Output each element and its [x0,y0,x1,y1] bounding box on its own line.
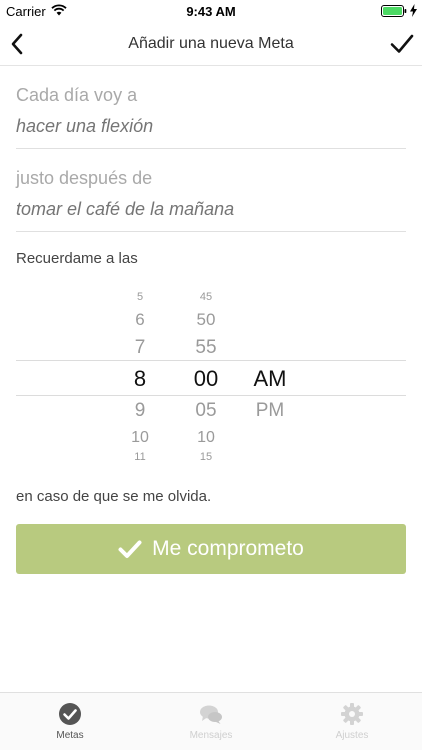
chat-bubbles-icon [200,705,222,724]
forget-note: en caso de que se me olvida. [16,488,212,505]
trigger-label: justo después de [16,168,153,188]
picker-hour-option[interactable]: 5 [110,291,170,303]
picker-hour-option[interactable]: 6 [110,310,170,330]
picker-selection-bottom-line [16,395,406,396]
status-time: 9:43 AM [186,4,236,19]
tab-ajustes-label: Ajustes [335,730,369,741]
charging-bolt-icon [410,4,417,17]
picker-hour-option[interactable]: 10 [110,429,170,447]
picker-minute-option[interactable]: 45 [176,291,236,303]
picker-minute-option[interactable]: 05 [176,400,236,422]
page-title: Añadir una nueva Meta [128,35,294,52]
daily-action-input[interactable] [16,116,406,137]
picker-minute-selected[interactable]: 00 [176,366,236,392]
picker-period-option[interactable]: PM [240,400,300,422]
tab-metas[interactable]: Metas [0,693,140,750]
checkmark-icon [118,540,142,558]
picker-hour-option[interactable]: 7 [110,337,170,359]
tab-metas-label: Metas [56,730,84,741]
picker-minute-option[interactable]: 10 [176,429,236,447]
tab-bar: Metas Mensajes Ajustes [0,692,422,750]
status-bar: Carrier 9:43 AM [0,0,422,22]
picker-hour-option[interactable]: 11 [110,451,170,463]
gear-icon [341,703,363,725]
commit-button[interactable]: Me comprometo [16,524,406,574]
commit-button-label: Me comprometo [152,537,304,560]
check-circle-icon [59,703,81,725]
trigger-input[interactable] [16,199,406,220]
confirm-check-icon[interactable] [390,33,414,55]
nav-bar: Añadir una nueva Meta [0,22,422,66]
battery-icon [381,5,407,17]
daily-action-label: Cada día voy a [16,85,138,105]
picker-hour-option[interactable]: 9 [110,400,170,422]
trigger-field: justo después de [16,149,406,232]
picker-period-selected[interactable]: AM [240,366,300,392]
time-picker[interactable]: 5 6 7 8 9 10 11 45 50 55 00 05 10 15 AM … [0,285,422,470]
tab-ajustes[interactable]: Ajustes [282,693,422,750]
picker-selection-top-line [16,360,406,361]
picker-minute-option[interactable]: 50 [176,310,236,330]
tab-mensajes[interactable]: Mensajes [141,693,281,750]
daily-action-field: Cada día voy a [16,66,406,149]
reminder-label: Recuerdame a las [16,250,138,267]
picker-minute-option[interactable]: 15 [176,451,236,463]
picker-hour-selected[interactable]: 8 [110,366,170,392]
add-goal-screen: Carrier 9:43 AM Añadir una nueva Meta Ca… [0,0,422,750]
picker-minute-option[interactable]: 55 [176,337,236,359]
tab-mensajes-label: Mensajes [189,730,233,741]
